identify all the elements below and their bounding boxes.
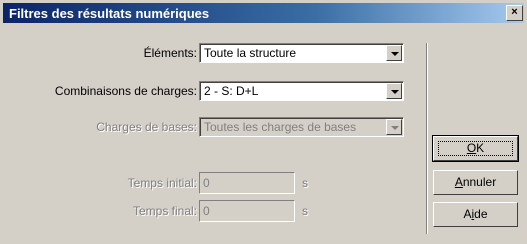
window-title: Filtres des résultats numériques — [9, 6, 210, 21]
combinaisons-dropdown-button[interactable] — [386, 83, 402, 99]
temps-initial-field: 0 — [199, 172, 295, 194]
elements-select-value: Toute la structure — [204, 46, 297, 60]
temps-final-unit: s — [302, 204, 308, 218]
dialog-window: Filtres des résultats numériques × Éléme… — [0, 0, 527, 244]
temps-initial-unit: s — [302, 176, 308, 190]
focus-rectangle — [438, 141, 513, 156]
charges-bases-select: Toutes les charges de bases — [199, 117, 404, 137]
close-icon: × — [511, 6, 518, 18]
temps-final-value: 0 — [203, 204, 210, 218]
combinaisons-label: Combinaisons de charges: — [54, 84, 197, 98]
temps-initial-label: Temps initial: — [127, 176, 197, 190]
close-button[interactable]: × — [506, 5, 523, 21]
combinaisons-select[interactable]: 2 - S: D+L — [199, 81, 404, 101]
chevron-down-icon — [391, 90, 399, 94]
charges-bases-select-value: Toutes les charges de bases — [204, 120, 357, 134]
title-bar[interactable]: Filtres des résultats numériques × — [3, 3, 524, 23]
elements-label: Éléments: — [143, 46, 197, 60]
elements-select[interactable]: Toute la structure — [199, 43, 404, 63]
combinaisons-select-value: 2 - S: D+L — [204, 84, 259, 98]
temps-final-field: 0 — [199, 200, 295, 222]
aide-button-label: Aide — [463, 207, 488, 221]
temps-final-label: Temps final: — [132, 204, 197, 218]
charges-bases-label: Charges de bases: — [96, 120, 197, 134]
ok-button[interactable]: OK — [432, 135, 519, 162]
annuler-button-label: Annuler — [454, 175, 497, 189]
chevron-down-icon — [391, 126, 399, 130]
elements-dropdown-button[interactable] — [386, 45, 402, 61]
charges-bases-dropdown-button — [386, 119, 402, 135]
vertical-separator — [426, 43, 428, 234]
annuler-button[interactable]: Annuler — [433, 170, 518, 195]
chevron-down-icon — [391, 52, 399, 56]
aide-button[interactable]: Aide — [433, 202, 518, 227]
temps-initial-value: 0 — [203, 176, 210, 190]
